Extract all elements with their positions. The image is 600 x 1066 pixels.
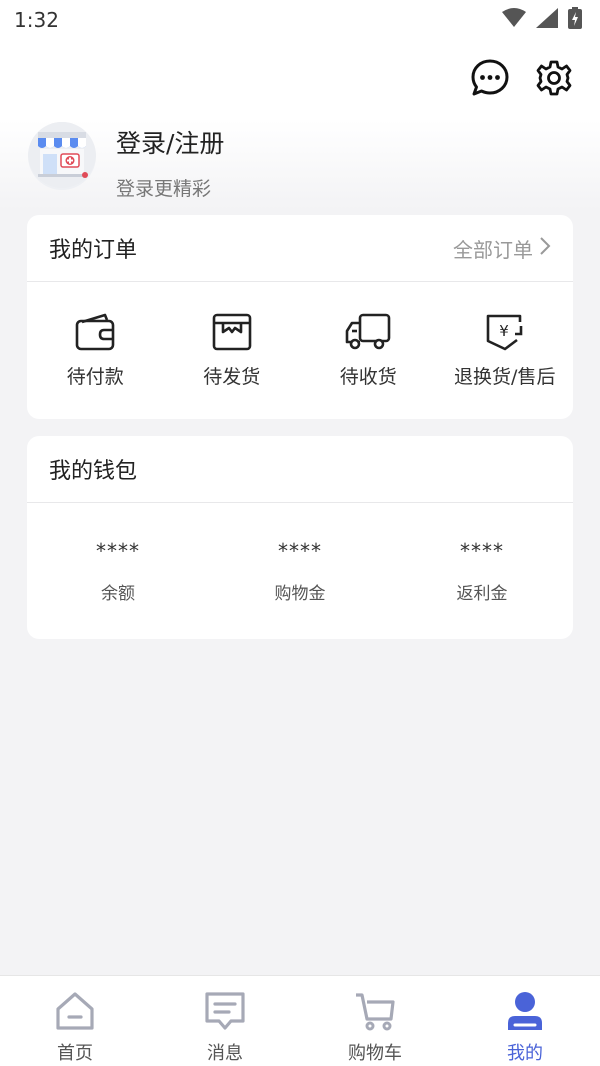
order-label: 待发货 bbox=[203, 365, 261, 388]
header-actions bbox=[470, 58, 574, 102]
settings-button[interactable] bbox=[534, 60, 574, 100]
box-icon bbox=[211, 312, 253, 352]
avatar[interactable] bbox=[28, 122, 96, 190]
order-label: 退换货/售后 bbox=[454, 365, 556, 388]
wallet-label: 购物金 bbox=[274, 583, 326, 604]
wallet-title: 我的钱包 bbox=[49, 459, 138, 484]
wallet-value: **** bbox=[96, 538, 140, 563]
orders-card-header: 我的订单 全部订单 bbox=[27, 215, 573, 282]
login-register-link[interactable]: 登录/注册 bbox=[116, 124, 224, 160]
bottom-tab-bar: 首页 消息 购物车 我的 bbox=[0, 975, 600, 1066]
wallet-icon bbox=[74, 312, 116, 352]
tab-label: 首页 bbox=[57, 1043, 93, 1064]
wallet-card-header: 我的钱包 bbox=[27, 436, 573, 503]
orders-title: 我的订单 bbox=[49, 238, 138, 263]
wallet-label: 余额 bbox=[101, 583, 135, 604]
all-orders-label: 全部订单 bbox=[453, 237, 533, 262]
wallet-rebate[interactable]: **** 返利金 bbox=[391, 539, 573, 604]
order-label: 待收货 bbox=[339, 365, 397, 388]
status-icons bbox=[502, 7, 582, 33]
order-after-sales[interactable]: ¥ 退换货/售后 bbox=[437, 312, 574, 389]
tab-home[interactable]: 首页 bbox=[0, 976, 150, 1066]
wifi-icon bbox=[502, 8, 526, 32]
status-time: 1:32 bbox=[14, 8, 59, 32]
tab-profile[interactable]: 我的 bbox=[450, 976, 600, 1066]
orders-card: 我的订单 全部订单 待付款 待发货 待收货 ¥ 退换货/售后 bbox=[27, 215, 573, 419]
order-pending-receipt[interactable]: 待收货 bbox=[300, 312, 437, 389]
tab-label: 我的 bbox=[507, 1043, 543, 1064]
gear-icon bbox=[535, 59, 573, 101]
refund-icon: ¥ bbox=[484, 312, 526, 352]
order-pending-shipment[interactable]: 待发货 bbox=[164, 312, 301, 389]
tab-label: 购物车 bbox=[348, 1043, 402, 1064]
profile-section[interactable]: 登录/注册 登录更精彩 bbox=[28, 122, 224, 201]
chat-bubble-icon bbox=[470, 58, 510, 102]
orders-row: 待付款 待发货 待收货 ¥ 退换货/售后 bbox=[27, 282, 573, 418]
store-avatar-icon bbox=[28, 122, 96, 190]
all-orders-link[interactable]: 全部订单 bbox=[453, 234, 551, 263]
wallet-balance[interactable]: **** 余额 bbox=[27, 539, 209, 604]
wallet-card: 我的钱包 **** 余额 **** 购物金 **** 返利金 bbox=[27, 436, 573, 639]
svg-text:¥: ¥ bbox=[499, 322, 509, 340]
order-label: 待付款 bbox=[66, 365, 124, 388]
truck-icon bbox=[344, 312, 392, 352]
wallet-row: **** 余额 **** 购物金 **** 返利金 bbox=[27, 503, 573, 639]
cart-icon bbox=[353, 989, 397, 1037]
message-icon bbox=[203, 989, 247, 1037]
tab-cart[interactable]: 购物车 bbox=[300, 976, 450, 1066]
tab-label: 消息 bbox=[207, 1043, 243, 1064]
status-bar: 1:32 bbox=[0, 0, 600, 40]
wallet-value: **** bbox=[460, 538, 504, 563]
message-button[interactable] bbox=[470, 58, 510, 102]
wallet-value: **** bbox=[278, 538, 322, 563]
signal-icon bbox=[536, 8, 558, 32]
home-icon bbox=[53, 989, 97, 1037]
profile-subtitle: 登录更精彩 bbox=[116, 178, 212, 200]
wallet-shopping-credit[interactable]: **** 购物金 bbox=[209, 539, 391, 604]
tab-messages[interactable]: 消息 bbox=[150, 976, 300, 1066]
wallet-label: 返利金 bbox=[456, 583, 508, 604]
user-icon bbox=[503, 989, 547, 1037]
battery-icon bbox=[568, 7, 582, 33]
order-pending-payment[interactable]: 待付款 bbox=[27, 312, 164, 389]
chevron-right-icon bbox=[539, 236, 551, 261]
